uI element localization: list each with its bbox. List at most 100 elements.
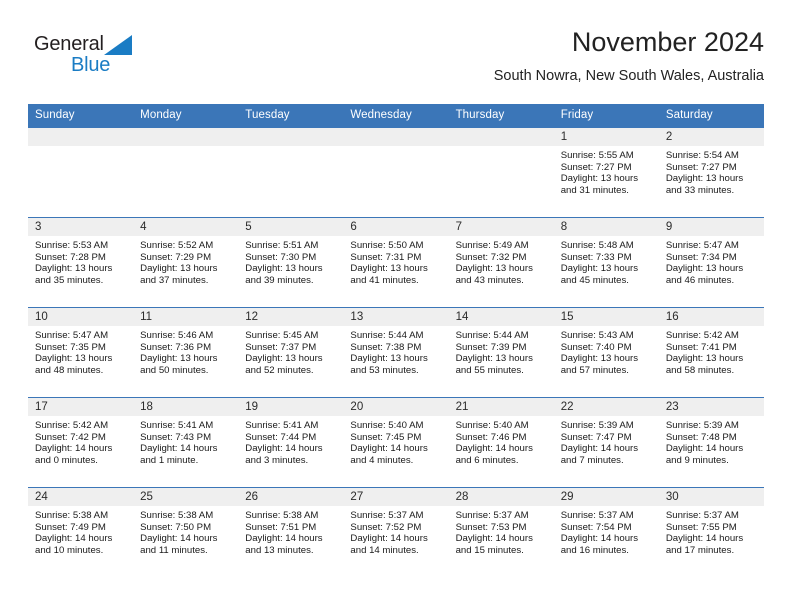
calendar-day-cell[interactable]: 27 Sunrise: 5:37 AM Sunset: 7:52 PM Dayligh… <box>343 487 449 578</box>
location-subtitle: South Nowra, New South Wales, Australia <box>493 68 764 84</box>
brand-logo-top-row: General <box>34 34 154 56</box>
day-details: Sunrise: 5:47 AM Sunset: 7:34 PM Daylight:… <box>659 236 764 286</box>
weekday-header-monday: Monday <box>133 104 239 128</box>
day-detail-line: Sunrise: 5:43 AM <box>560 330 634 341</box>
day-detail-line: Sunset: 7:50 PM <box>140 521 212 533</box>
day-number: 7 <box>448 218 554 236</box>
calendar-day-cell[interactable]: 7 Sunrise: 5:49 AM Sunset: 7:32 PM Daylight… <box>448 217 554 308</box>
day-number: 2 <box>658 128 764 146</box>
day-number <box>28 128 134 146</box>
calendar-week-row: 1 Sunrise: 5:55 AM Sunset: 7:27 PM Daylight… <box>28 127 764 218</box>
day-number: 24 <box>28 488 134 506</box>
day-detail-line: Sunset: 7:52 PM <box>350 521 422 533</box>
day-number: 3 <box>28 218 134 236</box>
calendar-day-cell[interactable]: 21 Sunrise: 5:40 AM Sunset: 7:46 PM Dayligh… <box>448 397 554 488</box>
blue-triangle-icon <box>103 35 132 55</box>
day-details: Sunrise: 5:37 AM Sunset: 7:53 PM Daylight:… <box>449 506 554 556</box>
day-number: 13 <box>343 308 449 326</box>
calendar-day-cell[interactable]: 24 Sunrise: 5:38 AM Sunset: 7:49 PM Dayligh… <box>28 487 134 578</box>
day-details: Sunrise: 5:54 AM Sunset: 7:27 PM Daylight:… <box>659 146 764 196</box>
weekday-header-saturday: Saturday <box>658 104 764 128</box>
day-detail-line: Sunset: 7:30 PM <box>245 251 317 263</box>
day-number <box>238 128 344 146</box>
day-number: 27 <box>343 488 449 506</box>
day-detail-line: Daylight: 13 hours <box>35 263 113 275</box>
calendar-day-cell[interactable]: 12 Sunrise: 5:45 AM Sunset: 7:37 PM Dayligh… <box>238 307 344 398</box>
day-details: Sunrise: 5:38 AM Sunset: 7:51 PM Daylight:… <box>238 506 343 556</box>
day-detail-line: Daylight: 14 hours <box>665 533 744 545</box>
weekday-header-tuesday: Tuesday <box>238 104 344 128</box>
day-details: Sunrise: 5:44 AM Sunset: 7:39 PM Daylight:… <box>449 326 554 376</box>
day-detail-line: and 6 minutes. <box>455 454 519 466</box>
brand-name-blue: Blue <box>71 54 111 76</box>
day-detail-line: Daylight: 14 hours <box>350 533 428 545</box>
day-detail-line: Sunset: 7:27 PM <box>560 161 632 173</box>
day-detail-line: Sunset: 7:29 PM <box>140 251 212 263</box>
day-detail-line: Sunset: 7:43 PM <box>140 431 212 443</box>
calendar-day-cell[interactable]: 1 Sunrise: 5:55 AM Sunset: 7:27 PM Daylight… <box>553 127 659 218</box>
calendar-day-cell[interactable]: 4 Sunrise: 5:52 AM Sunset: 7:29 PM Daylight… <box>133 217 239 308</box>
calendar-day-cell[interactable]: 16 Sunrise: 5:42 AM Sunset: 7:41 PM Dayligh… <box>658 307 764 398</box>
day-detail-line: Daylight: 14 hours <box>35 533 113 545</box>
day-number <box>448 128 554 146</box>
calendar-day-cell[interactable]: 26 Sunrise: 5:38 AM Sunset: 7:51 PM Dayligh… <box>238 487 344 578</box>
day-details: Sunrise: 5:43 AM Sunset: 7:40 PM Daylight:… <box>554 326 659 376</box>
day-details: Sunrise: 5:44 AM Sunset: 7:38 PM Daylight:… <box>343 326 448 376</box>
day-details: Sunrise: 5:50 AM Sunset: 7:31 PM Daylight:… <box>343 236 448 286</box>
day-detail-line: and 31 minutes. <box>560 184 629 196</box>
calendar-day-cell[interactable]: 29 Sunrise: 5:37 AM Sunset: 7:54 PM Dayligh… <box>553 487 659 578</box>
calendar-day-cell[interactable]: 9 Sunrise: 5:47 AM Sunset: 7:34 PM Daylight… <box>658 217 764 308</box>
day-detail-line: Sunrise: 5:47 AM <box>35 330 109 341</box>
day-detail-line: and 37 minutes. <box>140 274 209 286</box>
day-detail-line: Daylight: 13 hours <box>455 263 533 275</box>
day-detail-line: Sunset: 7:38 PM <box>350 341 422 353</box>
calendar-day-cell[interactable]: 28 Sunrise: 5:37 AM Sunset: 7:53 PM Dayligh… <box>448 487 554 578</box>
day-number: 10 <box>28 308 134 326</box>
day-detail-line: Sunset: 7:55 PM <box>665 521 737 533</box>
day-detail-line: and 57 minutes. <box>560 364 629 376</box>
day-detail-line: Sunset: 7:33 PM <box>560 251 632 263</box>
day-detail-line: and 4 minutes. <box>350 454 414 466</box>
calendar-day-cell[interactable]: 25 Sunrise: 5:38 AM Sunset: 7:50 PM Dayligh… <box>133 487 239 578</box>
day-details: Sunrise: 5:38 AM Sunset: 7:49 PM Daylight:… <box>28 506 133 556</box>
day-detail-line: Sunset: 7:45 PM <box>350 431 422 443</box>
day-detail-line: Sunset: 7:53 PM <box>455 521 527 533</box>
calendar-day-cell[interactable]: 10 Sunrise: 5:47 AM Sunset: 7:35 PM Dayligh… <box>28 307 134 398</box>
day-detail-line: and 45 minutes. <box>560 274 629 286</box>
calendar-day-cell[interactable]: 3 Sunrise: 5:53 AM Sunset: 7:28 PM Daylight… <box>28 217 134 308</box>
calendar-empty-cell <box>448 127 554 218</box>
calendar-day-cell[interactable]: 14 Sunrise: 5:44 AM Sunset: 7:39 PM Dayligh… <box>448 307 554 398</box>
day-detail-line: Sunset: 7:39 PM <box>455 341 527 353</box>
day-details <box>343 146 448 150</box>
calendar-day-cell[interactable]: 5 Sunrise: 5:51 AM Sunset: 7:30 PM Daylight… <box>238 217 344 308</box>
calendar-day-cell[interactable]: 8 Sunrise: 5:48 AM Sunset: 7:33 PM Daylight… <box>553 217 659 308</box>
calendar-day-cell[interactable]: 2 Sunrise: 5:54 AM Sunset: 7:27 PM Daylight… <box>658 127 764 218</box>
calendar-day-cell[interactable]: 11 Sunrise: 5:46 AM Sunset: 7:36 PM Dayligh… <box>133 307 239 398</box>
calendar-day-cell[interactable]: 15 Sunrise: 5:43 AM Sunset: 7:40 PM Dayligh… <box>553 307 659 398</box>
calendar-day-cell[interactable]: 23 Sunrise: 5:39 AM Sunset: 7:48 PM Dayligh… <box>658 397 764 488</box>
calendar-day-cell[interactable]: 18 Sunrise: 5:41 AM Sunset: 7:43 PM Dayligh… <box>133 397 239 488</box>
calendar-day-cell[interactable]: 19 Sunrise: 5:41 AM Sunset: 7:44 PM Dayligh… <box>238 397 344 488</box>
day-detail-line: Daylight: 13 hours <box>560 353 639 365</box>
day-number: 29 <box>553 488 659 506</box>
day-detail-line: and 58 minutes. <box>665 364 735 376</box>
calendar-day-cell[interactable]: 22 Sunrise: 5:39 AM Sunset: 7:47 PM Dayligh… <box>553 397 659 488</box>
calendar-day-cell[interactable]: 6 Sunrise: 5:50 AM Sunset: 7:31 PM Daylight… <box>343 217 449 308</box>
day-detail-line: Sunrise: 5:40 AM <box>455 420 529 431</box>
day-detail-line: Daylight: 13 hours <box>245 353 323 365</box>
brand-logo[interactable]: General Blue <box>34 34 154 82</box>
day-detail-line: Sunrise: 5:53 AM <box>35 240 109 251</box>
day-details <box>133 146 238 150</box>
calendar-day-cell[interactable]: 13 Sunrise: 5:44 AM Sunset: 7:38 PM Dayligh… <box>343 307 449 398</box>
calendar-day-cell[interactable]: 30 Sunrise: 5:37 AM Sunset: 7:55 PM Dayligh… <box>658 487 764 578</box>
day-detail-line: and 55 minutes. <box>455 364 524 376</box>
day-detail-line: Sunrise: 5:47 AM <box>665 240 739 251</box>
day-number: 19 <box>238 398 344 416</box>
calendar-day-cell[interactable]: 20 Sunrise: 5:40 AM Sunset: 7:45 PM Dayligh… <box>343 397 449 488</box>
day-detail-line: Sunrise: 5:46 AM <box>140 330 214 341</box>
calendar-day-cell[interactable]: 17 Sunrise: 5:42 AM Sunset: 7:42 PM Dayligh… <box>28 397 134 488</box>
day-detail-line: Sunrise: 5:41 AM <box>140 420 214 431</box>
day-details <box>449 146 554 150</box>
day-detail-line: Sunset: 7:51 PM <box>245 521 317 533</box>
day-detail-line: Sunrise: 5:51 AM <box>245 240 319 251</box>
